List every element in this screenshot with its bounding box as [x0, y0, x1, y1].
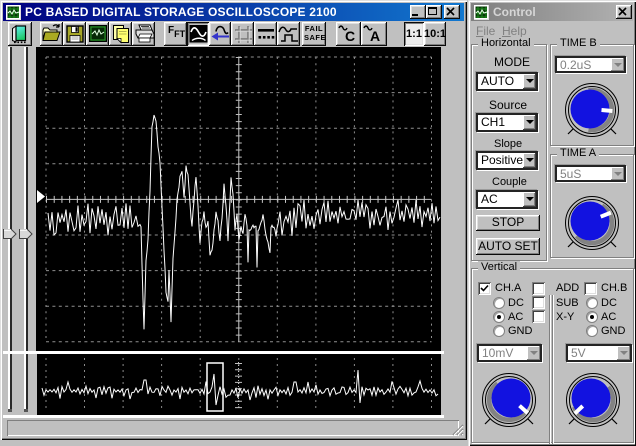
svg-text:C: C	[345, 28, 355, 44]
svg-text:A: A	[370, 28, 380, 44]
